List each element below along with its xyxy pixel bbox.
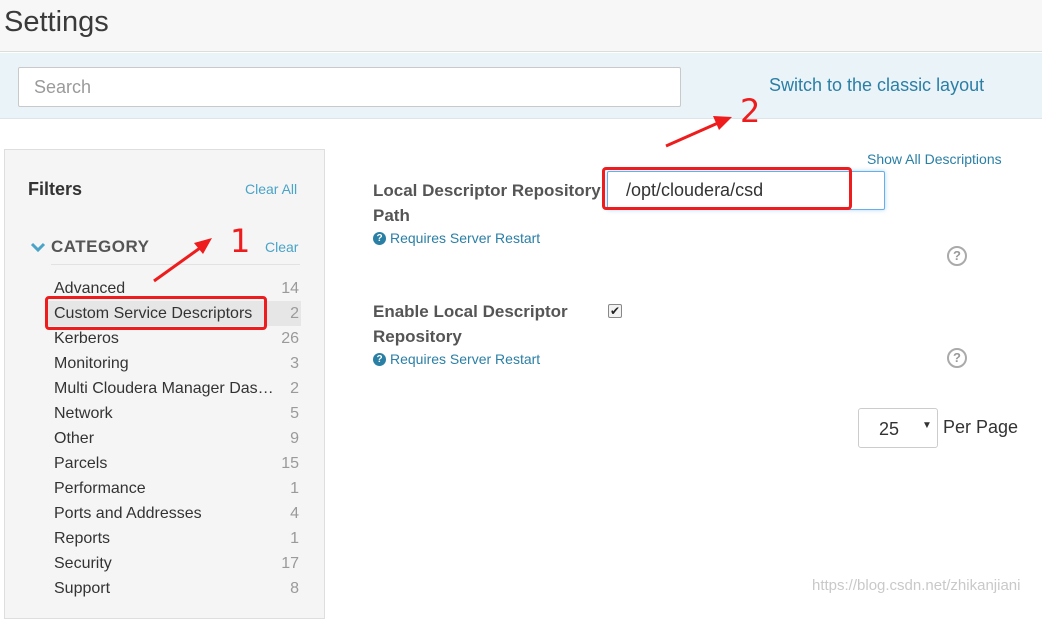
category-item-security[interactable]: Security 17: [47, 551, 301, 576]
category-item-other[interactable]: Other 9: [47, 426, 301, 451]
category-item-ports-and-addresses[interactable]: Ports and Addresses 4: [47, 501, 301, 526]
category-item-network[interactable]: Network 5: [47, 401, 301, 426]
category-title: CATEGORY: [51, 237, 150, 256]
show-all-descriptions-link[interactable]: Show All Descriptions: [867, 151, 1002, 167]
category-item-support[interactable]: Support 8: [47, 576, 301, 601]
category-item-count: 26: [281, 330, 299, 347]
annotation-number-2: 2: [740, 92, 761, 130]
category-item-label: Security: [54, 555, 112, 572]
setting-label-descriptor-path: Local Descriptor Repository Path: [373, 181, 601, 225]
info-icon: ?: [373, 352, 386, 366]
category-item-label: Multi Cloudera Manager Dashboard: [54, 380, 279, 397]
clear-all-link[interactable]: Clear All: [245, 181, 297, 197]
category-item-monitoring[interactable]: Monitoring 3: [47, 351, 301, 376]
per-page-label: Per Page: [943, 417, 1019, 437]
search-bar: Switch to the classic layout: [0, 53, 1042, 119]
category-item-label: Ports and Addresses: [54, 505, 202, 522]
category-item-label: Kerberos: [54, 330, 119, 347]
descriptor-path-input[interactable]: [607, 171, 885, 210]
switch-layout-link[interactable]: Switch to the classic layout: [769, 75, 984, 96]
category-item-count: 8: [290, 580, 299, 597]
search-input[interactable]: [18, 67, 681, 107]
category-item-advanced[interactable]: Advanced 14: [47, 276, 301, 301]
restart-note: ? Requires Server Restart: [373, 351, 540, 367]
caret-down-icon: ▼: [922, 420, 932, 431]
category-list: Advanced 14 Custom Service Descriptors 2…: [47, 276, 301, 601]
category-item-count: 17: [281, 555, 299, 572]
category-clear-link[interactable]: Clear: [265, 239, 298, 255]
category-item-count: 5: [290, 405, 299, 422]
category-item-custom-service-descriptors[interactable]: Custom Service Descriptors 2: [47, 301, 301, 326]
restart-note-text: Requires Server Restart: [390, 230, 541, 246]
per-page-value: 25: [879, 419, 900, 439]
category-item-performance[interactable]: Performance 1: [47, 476, 301, 501]
category-item-multi-cloudera-manager-dashboard[interactable]: Multi Cloudera Manager Dashboard 2: [47, 376, 301, 401]
category-toggle[interactable]: CATEGORY: [29, 237, 149, 257]
setting-label-enable-repository: Enable Local Descriptor Repository: [373, 302, 568, 346]
category-item-count: 1: [290, 480, 299, 497]
filters-sidebar: Filters Clear All CATEGORY Clear Advance…: [4, 149, 325, 619]
category-item-count: 15: [281, 455, 299, 472]
chevron-down-icon: [30, 242, 46, 253]
category-item-label: Custom Service Descriptors: [54, 305, 253, 322]
category-item-label: Parcels: [54, 455, 108, 472]
top-header: Settings: [0, 0, 1042, 52]
category-item-label: Reports: [54, 530, 111, 547]
category-item-label: Network: [54, 405, 113, 422]
info-icon: ?: [373, 231, 386, 245]
category-item-count: 4: [290, 505, 299, 522]
category-item-count: 2: [290, 305, 299, 322]
category-item-count: 1: [290, 530, 299, 547]
category-item-label: Other: [54, 430, 95, 447]
restart-note-text: Requires Server Restart: [390, 351, 541, 367]
category-item-parcels[interactable]: Parcels 15: [47, 451, 301, 476]
watermark: https://blog.csdn.net/zhikanjiani: [812, 577, 1021, 594]
category-item-count: 3: [290, 355, 299, 372]
category-item-count: 9: [290, 430, 299, 447]
annotation-arrow-2: [665, 116, 732, 148]
category-item-reports[interactable]: Reports 1: [47, 526, 301, 551]
filters-title: Filters: [28, 179, 83, 199]
category-item-label: Support: [54, 580, 111, 597]
category-item-label: Monitoring: [54, 355, 129, 372]
enable-repository-checkbox[interactable]: ✔: [608, 304, 622, 318]
divider: [51, 264, 300, 265]
per-page-select[interactable]: 25 ▼: [858, 408, 938, 448]
help-icon[interactable]: ?: [947, 246, 967, 266]
category-item-kerberos[interactable]: Kerberos 26: [47, 326, 301, 351]
page-title: Settings: [4, 6, 109, 38]
category-item-count: 14: [281, 280, 299, 297]
category-item-label: Performance: [54, 480, 146, 497]
annotation-number-1: 1: [230, 222, 251, 260]
category-item-label: Advanced: [54, 280, 126, 297]
help-icon[interactable]: ?: [947, 348, 967, 368]
category-item-count: 2: [290, 380, 299, 397]
restart-note: ? Requires Server Restart: [373, 230, 540, 246]
